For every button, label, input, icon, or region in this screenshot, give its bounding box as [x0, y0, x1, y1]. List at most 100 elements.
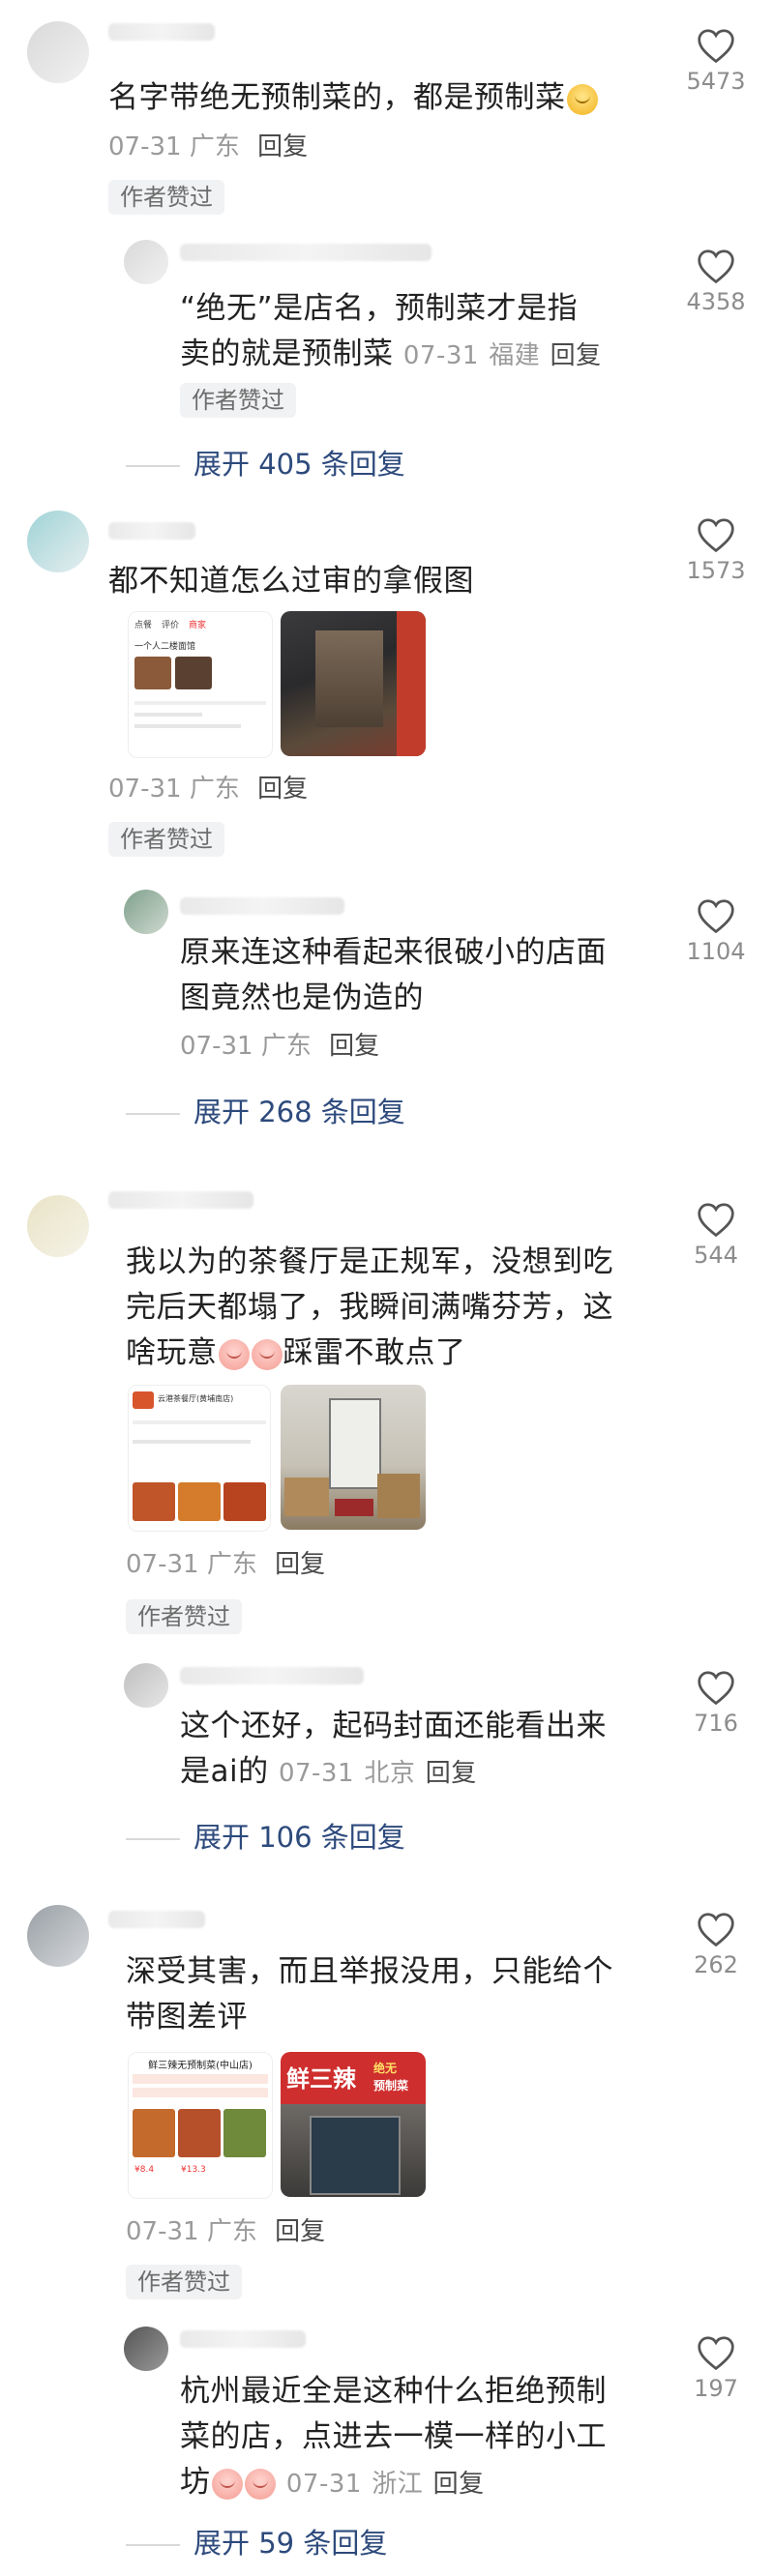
crying-face-emoji: [251, 1338, 283, 1370]
price: ¥13.3: [181, 2165, 206, 2175]
crying-face-emoji: [218, 1338, 250, 1370]
promo-strip: [133, 2074, 268, 2084]
promo-strip: [133, 2088, 268, 2097]
like-button[interactable]: 1104: [677, 897, 755, 965]
store-sign: 鲜三辣: [286, 2065, 356, 2093]
expand-replies-button[interactable]: 展开 405 条回复: [126, 447, 405, 482]
like-count: 1104: [686, 938, 746, 965]
store-sign-small: 预制菜: [373, 2079, 409, 2093]
reply-username[interactable]: [180, 897, 344, 915]
comment-text: 都不知道怎么过审的拿假图: [108, 564, 474, 599]
author-liked-badge: 作者赞过: [126, 2265, 242, 2299]
store-sign-small: 绝无: [373, 2062, 398, 2075]
heart-icon: [698, 29, 734, 64]
reply-text-line-2: 菜的店，点进去一模一样的小工: [180, 2419, 607, 2454]
shop-logo: [133, 1391, 154, 1409]
food-photo: [223, 2109, 266, 2157]
shop-name: 鲜三辣无预制菜(中山店): [148, 2061, 253, 2071]
food-photo: [178, 2109, 221, 2157]
like-count: 1573: [686, 557, 746, 584]
reply-avatar[interactable]: [124, 240, 168, 284]
food-photo: [223, 1482, 266, 1521]
username[interactable]: [108, 23, 215, 41]
like-button[interactable]: 716: [677, 1669, 755, 1737]
reply-text-line-2: 卖的就是预制菜 07-31 福建 回复: [180, 337, 602, 371]
comment-meta: 07-31 广东 回复: [108, 775, 309, 804]
divider: [134, 701, 266, 705]
reply-username[interactable]: [180, 244, 432, 261]
reply-button[interactable]: 回复: [426, 1759, 477, 1788]
author-liked-badge: 作者赞过: [126, 1599, 242, 1634]
reply-meta: 07-31 广东 回复: [180, 1032, 380, 1061]
avatar[interactable]: [27, 1195, 89, 1257]
reply-username[interactable]: [180, 2330, 306, 2348]
door: [315, 630, 383, 727]
image-thumbnail[interactable]: 云港茶餐厅(黄埔南店): [128, 1385, 271, 1532]
reply-avatar[interactable]: [124, 2327, 168, 2371]
comment-text-line-1: 我以为的茶餐厅是正规军，没想到吃: [126, 1244, 613, 1279]
mat: [335, 1499, 373, 1516]
comment-meta: 07-31 广东 回复: [108, 132, 309, 161]
expand-replies-button[interactable]: 展开 106 条回复: [126, 1820, 405, 1855]
reply-button[interactable]: 回复: [275, 2217, 325, 2246]
like-count: 197: [694, 2375, 738, 2402]
heart-icon: [698, 899, 734, 934]
reply-button[interactable]: 回复: [275, 1550, 325, 1579]
comment-meta: 07-31 广东 回复: [126, 2217, 326, 2246]
avatar[interactable]: [27, 21, 89, 83]
reply-text-line-1: 原来连这种看起来很破小的店面: [180, 935, 607, 970]
image-thumbnail[interactable]: [281, 611, 426, 756]
price: ¥8.4: [134, 2165, 155, 2175]
like-button[interactable]: 544: [677, 1201, 755, 1269]
text-placeholder: [133, 1440, 251, 1444]
divider: [126, 1838, 180, 1840]
heart-icon: [698, 1913, 734, 1947]
divider: [133, 1420, 266, 1424]
like-button[interactable]: 5473: [677, 27, 755, 95]
reply-text-line-2: 是ai的 07-31 北京 回复: [180, 1754, 477, 1789]
avatar[interactable]: [27, 1905, 89, 1967]
photo: [175, 657, 212, 689]
like-button[interactable]: 197: [677, 2334, 755, 2402]
like-button[interactable]: 4358: [677, 248, 755, 315]
like-count: 262: [694, 1951, 738, 1978]
like-count: 5473: [686, 68, 746, 95]
reply-text-line-1: “绝无”是店名，预制菜才是指: [180, 291, 579, 326]
shop-name: 云港茶餐厅(黄埔南店): [158, 1394, 234, 1403]
door: [310, 2116, 401, 2195]
reply-text-line-3: 坊 07-31 浙江 回复: [180, 2465, 485, 2500]
text-placeholder: [134, 724, 241, 728]
comment-text-line-3: 啥玩意 踩雷不敢点了: [126, 1335, 466, 1370]
reply-avatar[interactable]: [124, 890, 168, 934]
heart-icon: [698, 2336, 734, 2371]
photo: [134, 657, 171, 689]
reply-button[interactable]: 回复: [257, 775, 308, 804]
image-thumbnail[interactable]: [281, 1385, 426, 1530]
box: [284, 1478, 329, 1516]
username[interactable]: [108, 522, 195, 540]
expand-replies-button[interactable]: 展开 268 条回复: [126, 1095, 405, 1129]
like-count: 4358: [686, 288, 746, 315]
image-thumbnail[interactable]: 鲜三辣无预制菜(中山店) ¥8.4 ¥13.3: [128, 2052, 273, 2199]
reply-button[interactable]: 回复: [329, 1032, 379, 1061]
shop-name: 一个人二楼面馆: [134, 642, 196, 652]
comment-text: 名字带绝无预制菜的，都是预制菜: [108, 75, 599, 121]
reply-avatar[interactable]: [124, 1663, 168, 1708]
image-thumbnail[interactable]: 鲜三辣 绝无 预制菜: [281, 2052, 426, 2197]
username[interactable]: [108, 1191, 253, 1209]
avatar[interactable]: [27, 511, 89, 572]
heart-icon: [698, 518, 734, 553]
food-photo: [133, 2109, 175, 2157]
reply-button[interactable]: 回复: [257, 132, 308, 161]
reply-button[interactable]: 回复: [433, 2470, 485, 2499]
expand-replies-button[interactable]: 展开 59 条回复: [126, 2526, 387, 2561]
like-button[interactable]: 1573: [677, 516, 755, 584]
image-thumbnail[interactable]: 点餐 评价 商家 一个人二楼面馆: [128, 611, 273, 758]
reply-button[interactable]: 回复: [551, 341, 602, 370]
reply-username[interactable]: [180, 1667, 364, 1684]
pig-face-emoji: [566, 83, 598, 115]
like-button[interactable]: 262: [677, 1911, 755, 1978]
username[interactable]: [108, 1911, 205, 1928]
wall: [397, 611, 426, 756]
heart-icon: [698, 1203, 734, 1238]
